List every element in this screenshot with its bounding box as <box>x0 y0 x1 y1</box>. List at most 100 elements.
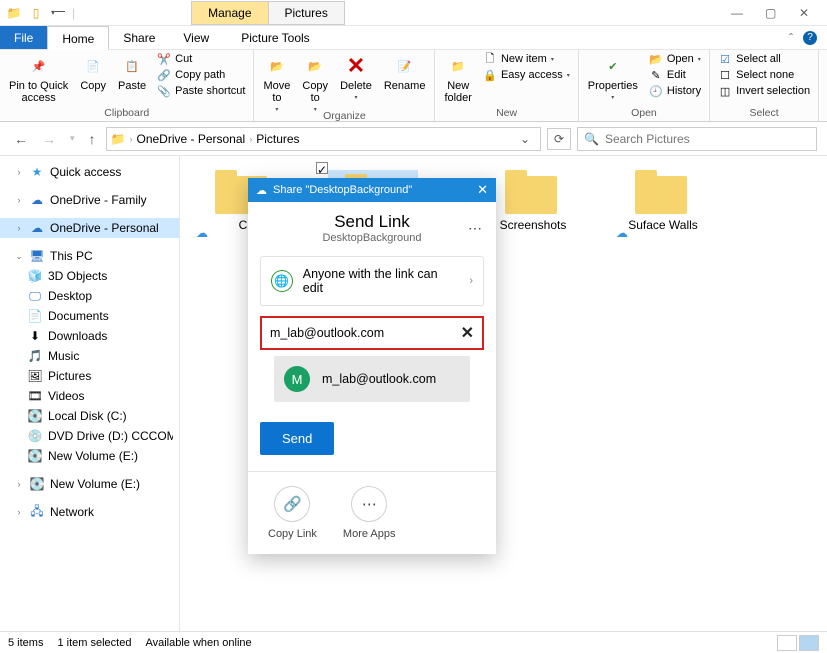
sidebar-item-3d-objects[interactable]: 🧊3D Objects <box>0 266 179 286</box>
documents-icon: 📄 <box>28 309 42 323</box>
cut-button[interactable]: ✂️Cut <box>157 52 245 66</box>
rename-button[interactable]: 📝Rename <box>379 52 431 94</box>
picture-tools-tab[interactable]: Picture Tools <box>227 26 323 49</box>
share-actions: 🔗 Copy Link ⋯ More Apps <box>248 480 496 554</box>
pin-quick-access-button[interactable]: 📌 Pin to Quick access <box>4 52 73 106</box>
new-item-button[interactable]: 🗋New item ▾ <box>483 52 570 66</box>
dialog-titlebar[interactable]: ☁ Share "DesktopBackground" ✕ <box>248 178 496 202</box>
paste-shortcut-button[interactable]: 📎Paste shortcut <box>157 84 245 98</box>
sidebar-item-quick-access[interactable]: ›★Quick access <box>0 162 179 182</box>
minimize-button[interactable]: — <box>731 6 745 20</box>
edit-button[interactable]: ✎Edit <box>649 68 701 82</box>
open-group-label: Open <box>583 107 705 119</box>
sidebar-item-dvd[interactable]: 💿DVD Drive (D:) CCCOMA_X64FRE_EN-US <box>0 426 179 446</box>
selected-count: 1 item selected <box>57 637 131 649</box>
expand-icon[interactable]: › <box>14 195 24 205</box>
sidebar-item-network[interactable]: ›🖧Network <box>0 502 179 522</box>
search-input[interactable] <box>605 132 810 146</box>
home-tab[interactable]: Home <box>47 26 109 50</box>
selection-checkbox[interactable]: ✓ <box>316 162 328 174</box>
pictures-title: Pictures <box>269 1 345 25</box>
ribbon-collapse-icon[interactable]: ˆ <box>789 31 793 45</box>
new-group-label: New <box>439 107 573 119</box>
back-button[interactable]: ← <box>10 131 32 147</box>
breadcrumb-item[interactable]: Pictures <box>256 132 299 146</box>
file-tab[interactable]: File <box>0 26 47 49</box>
refresh-button[interactable]: ⟳ <box>547 128 571 150</box>
cloud-icon: ☁ <box>616 226 628 240</box>
breadcrumb-item[interactable]: OneDrive - Personal <box>136 132 245 146</box>
sidebar-item-downloads[interactable]: ⬇Downloads <box>0 326 179 346</box>
chevron-right-icon: › <box>129 134 132 144</box>
collapse-icon[interactable]: ⌄ <box>14 251 24 262</box>
link-permission-button[interactable]: 🌐 Anyone with the link can edit › <box>260 256 484 306</box>
sidebar-item-local-disk[interactable]: 💽Local Disk (C:) <box>0 406 179 426</box>
copy-to-button[interactable]: 📂Copy to▾ <box>297 52 333 115</box>
view-tab[interactable]: View <box>169 26 223 49</box>
more-options-button[interactable]: ⋯ <box>468 220 484 237</box>
move-to-button[interactable]: 📂Move to▾ <box>258 52 295 115</box>
ribbon: 📌 Pin to Quick access 📄 Copy 📋 Paste ✂️C… <box>0 50 827 122</box>
more-apps-button[interactable]: ⋯ More Apps <box>343 486 396 540</box>
details-view-button[interactable] <box>777 635 797 651</box>
address-bar[interactable]: 📁 › OneDrive - Personal › Pictures ⌄ <box>106 127 541 151</box>
pc-icon: 🖥 <box>30 249 44 263</box>
sidebar-item-videos[interactable]: 🎞Videos <box>0 386 179 406</box>
edit-icon: ✎ <box>649 68 663 82</box>
delete-button[interactable]: ✕Delete▾ <box>335 52 377 103</box>
search-box[interactable]: 🔍 <box>577 127 817 151</box>
share-tab[interactable]: Share <box>109 26 169 49</box>
paste-button[interactable]: 📋 Paste <box>113 52 151 94</box>
close-button[interactable]: ✕ <box>799 6 813 20</box>
select-none-button[interactable]: ☐Select none <box>718 68 810 82</box>
clear-input-button[interactable]: ✕ <box>461 323 474 343</box>
copy-path-button[interactable]: 🔗Copy path <box>157 68 245 82</box>
sidebar-item-pictures[interactable]: 🖼Pictures <box>0 366 179 386</box>
organize-group-label: Organize <box>258 110 430 122</box>
pin-icon: 📌 <box>27 54 51 78</box>
sidebar-item-onedrive-family[interactable]: ›☁OneDrive - Family <box>0 190 179 210</box>
folder-item[interactable]: Screenshots <box>488 170 578 238</box>
qat-dropdown-icon[interactable]: ▾ <box>50 5 66 21</box>
open-button[interactable]: 📂Open ▾ <box>649 52 701 66</box>
sidebar-item-this-pc[interactable]: ⌄🖥This PC <box>0 246 179 266</box>
folder-item[interactable]: ☁Suface Walls <box>618 170 708 238</box>
icons-view-button[interactable] <box>799 635 819 651</box>
send-button[interactable]: Send <box>260 422 334 455</box>
search-icon: 🔍 <box>584 132 599 146</box>
copy-button[interactable]: 📄 Copy <box>75 52 111 94</box>
disk-icon: 💽 <box>30 477 44 491</box>
sidebar-item-onedrive-personal[interactable]: ›☁OneDrive - Personal <box>0 218 179 238</box>
forward-button[interactable]: → <box>38 131 60 147</box>
invert-selection-button[interactable]: ◫Invert selection <box>718 84 810 98</box>
music-icon: 🎵 <box>28 349 42 363</box>
address-dropdown-icon[interactable]: ⌄ <box>514 132 536 146</box>
sidebar-item-documents[interactable]: 📄Documents <box>0 306 179 326</box>
select-all-button[interactable]: ☑Select all <box>718 52 810 66</box>
paste-label: Paste <box>118 80 146 92</box>
email-input[interactable] <box>270 326 461 340</box>
maximize-button[interactable]: ▢ <box>765 6 779 20</box>
dialog-close-button[interactable]: ✕ <box>477 182 488 198</box>
new-item-icon: 🗋 <box>483 52 497 66</box>
cube-icon: 🧊 <box>28 269 42 283</box>
help-icon[interactable]: ? <box>803 31 817 45</box>
disk-icon: 💽 <box>28 449 42 463</box>
sidebar-item-music[interactable]: 🎵Music <box>0 346 179 366</box>
sidebar-item-new-volume[interactable]: 💽New Volume (E:) <box>0 446 179 466</box>
sidebar-item-new-volume-2[interactable]: ›💽New Volume (E:) <box>0 474 179 494</box>
sidebar-item-desktop[interactable]: 🖵Desktop <box>0 286 179 306</box>
expand-icon[interactable]: › <box>14 167 24 177</box>
new-folder-button[interactable]: 📁New folder <box>439 52 477 106</box>
up-button[interactable]: ↑ <box>85 131 100 147</box>
status-bar: 5 items 1 item selected Available when o… <box>0 631 827 653</box>
manage-tab[interactable]: Manage <box>191 1 268 25</box>
contact-suggestion[interactable]: M m_lab@outlook.com <box>274 356 470 402</box>
star-icon: ★ <box>30 165 44 179</box>
history-button[interactable]: 🕘History <box>649 84 701 98</box>
copy-link-button[interactable]: 🔗 Copy Link <box>268 486 317 540</box>
properties-button[interactable]: ✔Properties▾ <box>583 52 643 103</box>
easy-access-button[interactable]: 🔒Easy access ▾ <box>483 68 570 82</box>
recent-dropdown[interactable]: ▾ <box>66 133 79 144</box>
expand-icon[interactable]: › <box>14 223 24 233</box>
